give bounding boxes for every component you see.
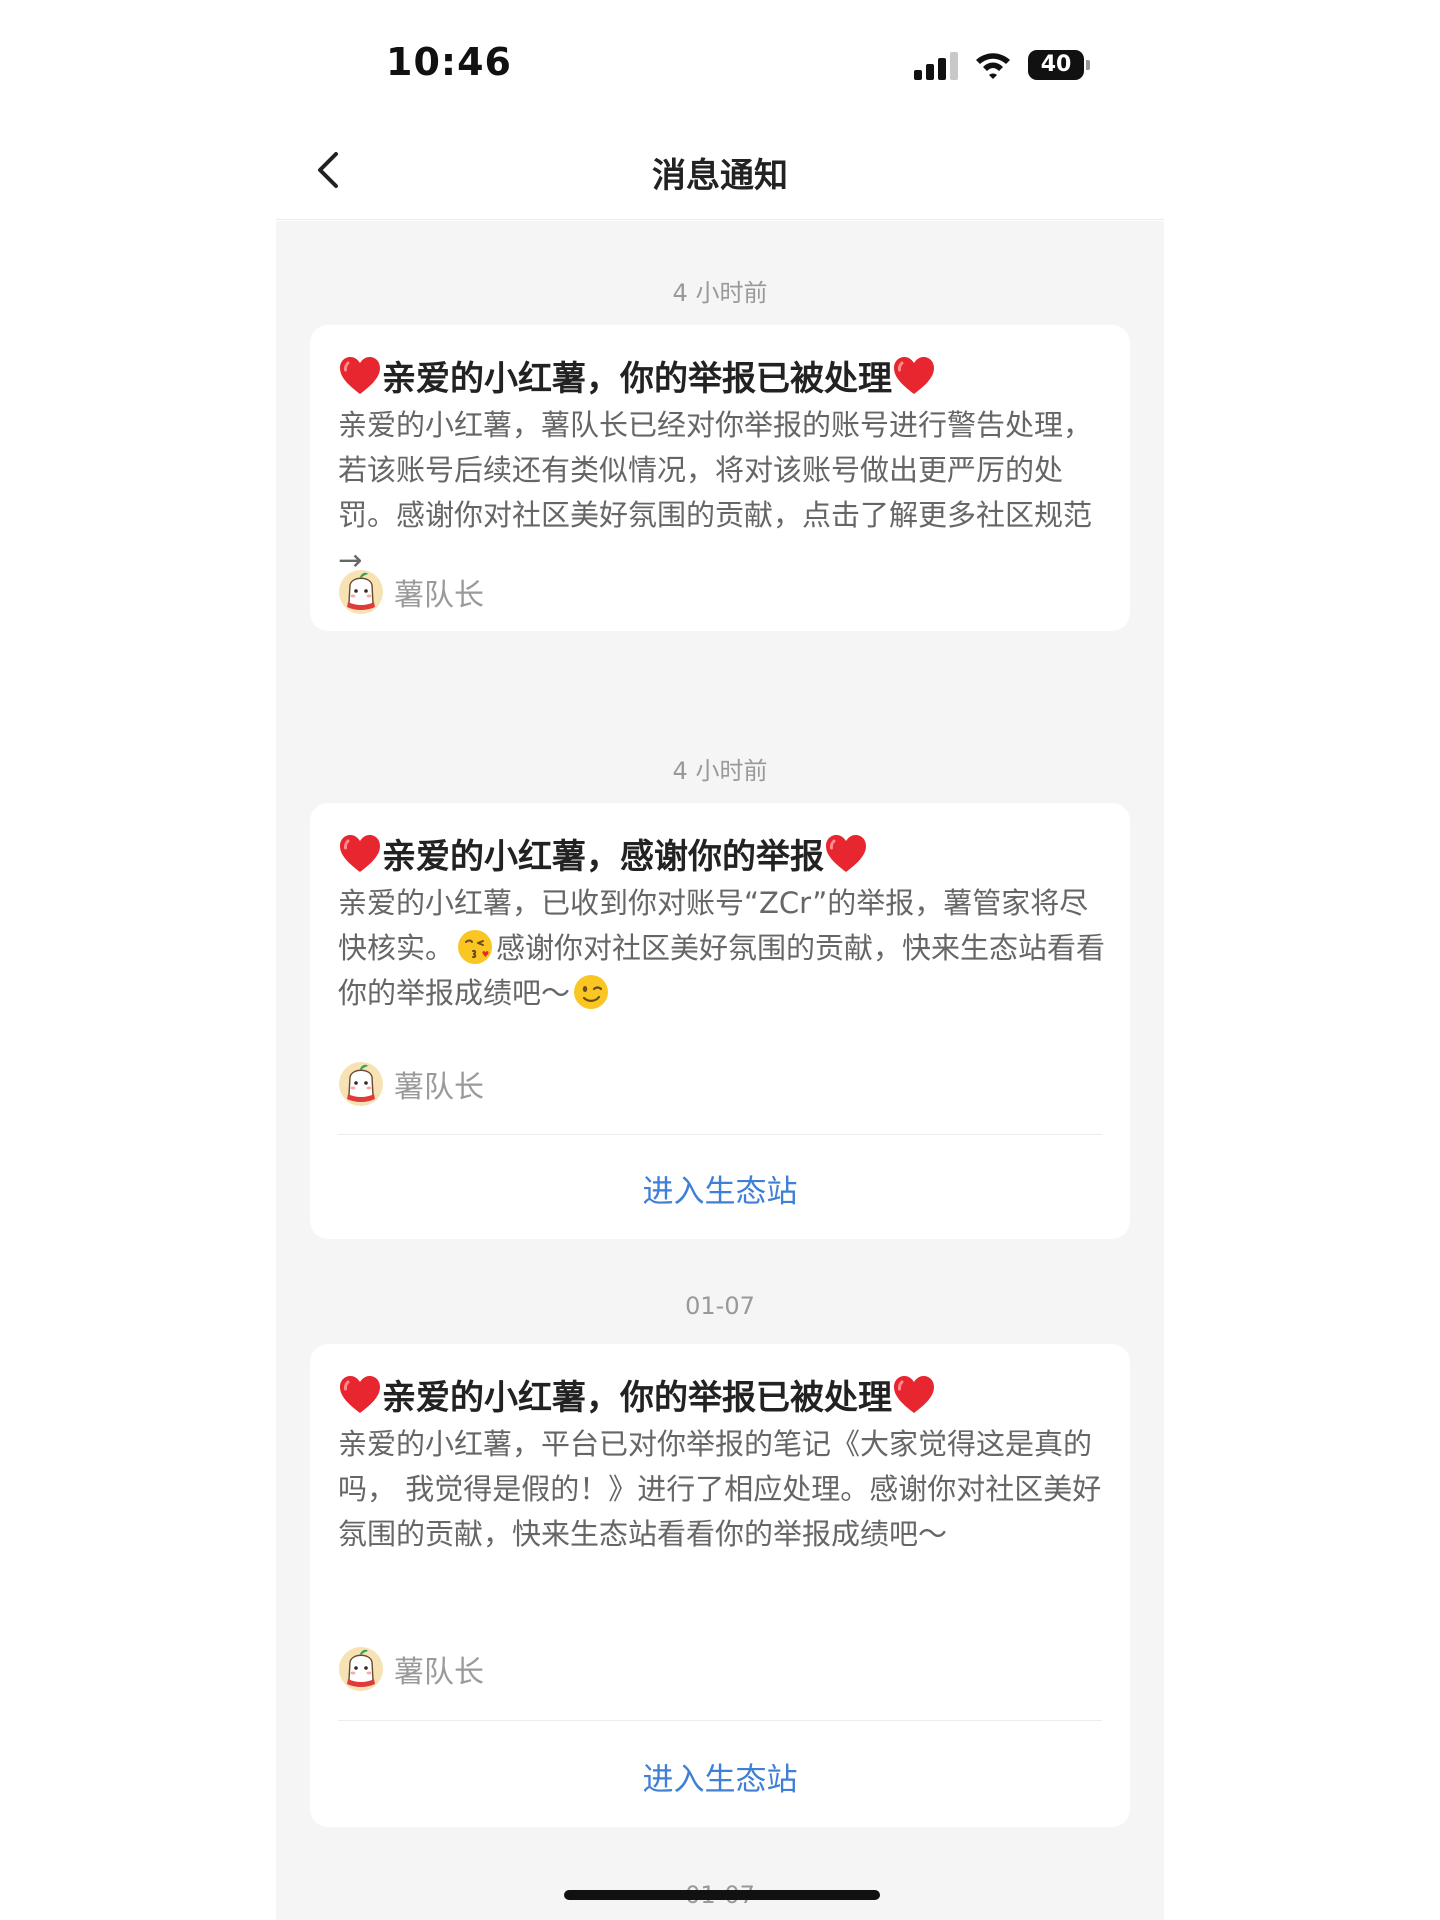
page-title: 消息通知 (652, 156, 788, 196)
card-body[interactable]: 亲爱的小红薯，薯队长已经对你举报的账号进行警告处理，若该账号后续还有类似情况，将… (338, 403, 1108, 583)
nav-bar: 消息通知 (276, 120, 1164, 220)
heart-icon (892, 354, 936, 398)
battery-icon: 40 (1028, 50, 1090, 80)
card-title-text: 亲爱的小红薯，你的举报已被处理 (382, 1378, 892, 1418)
status-bar: 10:46 40 (276, 0, 1164, 120)
notification-card[interactable]: 亲爱的小红薯，你的举报已被处理 亲爱的小红薯，平台已对你举报的笔记《大家觉得这是… (310, 1344, 1130, 1827)
avatar (338, 1061, 384, 1107)
home-indicator[interactable] (564, 1890, 880, 1900)
sender: 薯队长 (338, 1646, 484, 1692)
heart-icon (338, 354, 382, 398)
heart-icon (892, 1373, 936, 1417)
notification-list[interactable]: 4 小时前 亲爱的小红薯，你的举报已被处理 亲爱的小红薯，薯队长已经对你举报的账… (276, 221, 1164, 1920)
message-timestamp: 4 小时前 (672, 279, 768, 307)
sender: 薯队长 (338, 1061, 484, 1107)
card-title: 亲爱的小红薯，你的举报已被处理 (338, 1370, 936, 1419)
signal-icon (914, 52, 958, 80)
sender-name: 薯队长 (394, 1655, 484, 1690)
sender-name: 薯队长 (394, 578, 484, 613)
card-body: 亲爱的小红薯，已收到你对账号“ZCr”的举报，薯管家将尽快核实。 感谢你对社区美好… (338, 881, 1108, 1016)
avatar (338, 1646, 384, 1692)
kiss-emoji-icon (456, 928, 494, 966)
card-body[interactable]: 亲爱的小红薯，平台已对你举报的笔记《大家觉得这是真的吗， 我觉得是假的！》进行了… (338, 1422, 1108, 1557)
card-title-text: 亲爱的小红薯，你的举报已被处理 (382, 359, 892, 399)
card-title: 亲爱的小红薯，你的举报已被处理 (338, 351, 936, 400)
heart-icon (338, 832, 382, 876)
enter-eco-station-button[interactable]: 进入生态站 (310, 1754, 1130, 1799)
divider (338, 1134, 1102, 1135)
message-timestamp: 01-07 (685, 1292, 755, 1320)
status-time: 10:46 (386, 40, 512, 84)
avatar (338, 569, 384, 615)
notification-card[interactable]: 亲爱的小红薯，感谢你的举报 亲爱的小红薯，已收到你对账号“ZCr”的举报，薯管家… (310, 803, 1130, 1239)
message-timestamp: 4 小时前 (672, 757, 768, 785)
wifi-icon (976, 53, 1010, 79)
sender: 薯队长 (338, 569, 484, 615)
card-title-text: 亲爱的小红薯，感谢你的举报 (382, 837, 824, 877)
notification-card[interactable]: 亲爱的小红薯，你的举报已被处理 亲爱的小红薯，薯队长已经对你举报的账号进行警告处… (310, 325, 1130, 631)
divider (338, 1720, 1102, 1721)
phone-screen: 10:46 40 消息通知 4 小时前 亲爱的小红薯，你的举报已被处理 亲爱的小… (276, 0, 1164, 1920)
heart-icon (824, 832, 868, 876)
heart-icon (338, 1373, 382, 1417)
enter-eco-station-button[interactable]: 进入生态站 (310, 1166, 1130, 1211)
card-title: 亲爱的小红薯，感谢你的举报 (338, 829, 868, 878)
sender-name: 薯队长 (394, 1070, 484, 1105)
wink-emoji-icon (572, 973, 610, 1011)
